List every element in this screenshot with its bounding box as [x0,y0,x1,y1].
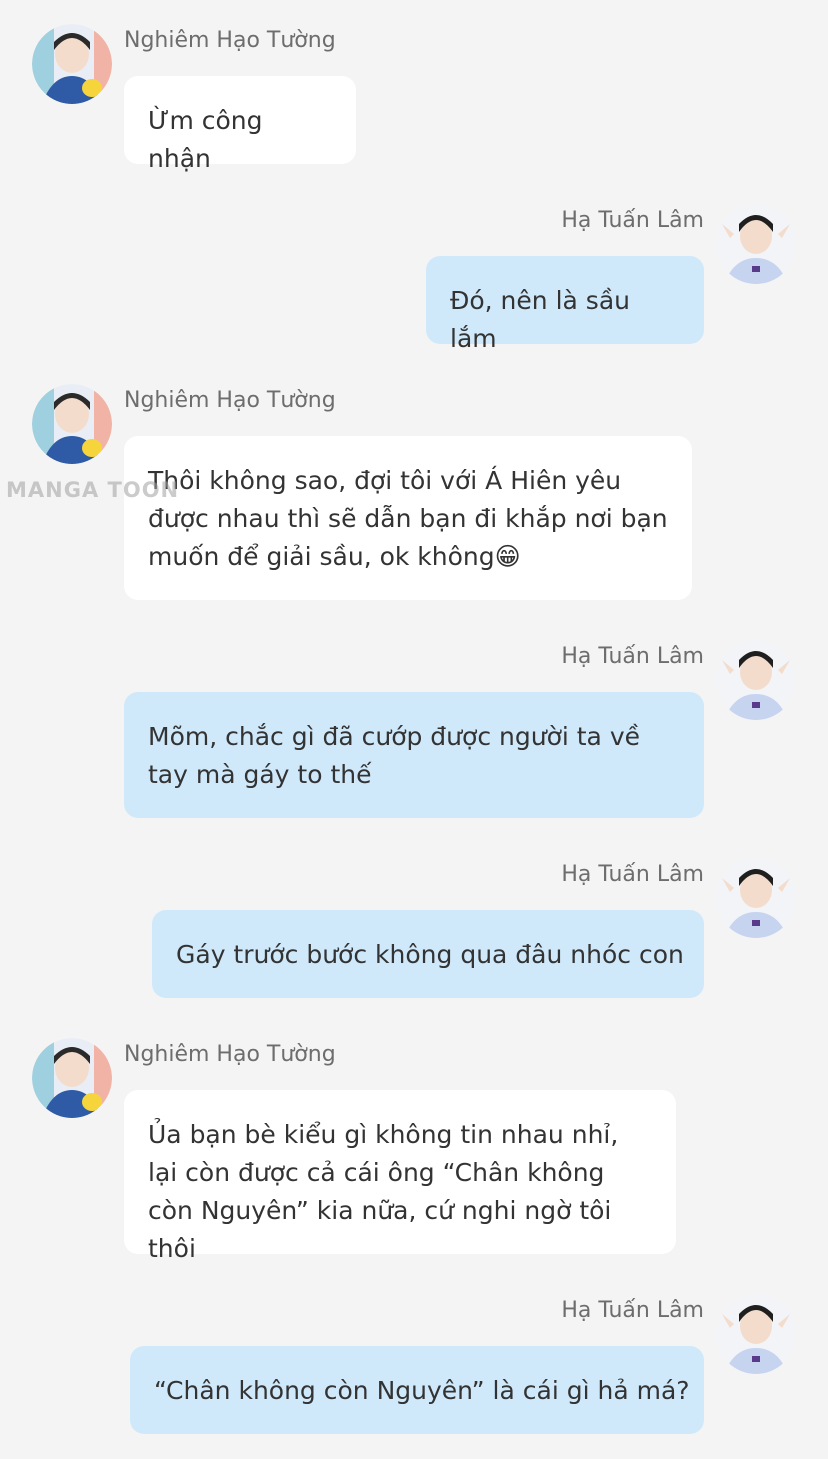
sender-name: Hạ Tuấn Lâm [561,644,704,669]
sender-name: Hạ Tuấn Lâm [561,862,704,887]
avatar-sender-right[interactable] [716,1294,796,1374]
sender-name: Hạ Tuấn Lâm [561,208,704,233]
message-bubble[interactable]: Ừm công nhận [124,76,356,173]
message-text: Mõm, chắc gì đã cướp được người ta về ta… [148,722,641,789]
message-text: Đó, nên là sầu lắm [450,286,630,353]
avatar-sender-right[interactable] [716,858,796,938]
message-text: Gáy trước bước không qua đâu nhóc con [176,940,684,969]
sender-name: Nghiêm Hạo Tường [124,388,336,413]
sender-name: Nghiêm Hạo Tường [124,1042,336,1067]
avatar-sender-right[interactable] [716,640,796,720]
avatar-sender-left[interactable] [32,384,112,464]
message-text: Thôi không sao, đợi tôi với Á Hiên yêu đ… [148,466,668,571]
sender-name: Hạ Tuấn Lâm [561,1298,704,1323]
avatar-sender-left[interactable] [32,24,112,104]
message-text: Ừm công nhận [148,106,263,173]
message-bubble[interactable]: Mõm, chắc gì đã cướp được người ta về ta… [124,692,704,818]
message-bubble[interactable]: Ủa bạn bè kiểu gì không tin nhau nhỉ, lạ… [124,1090,676,1263]
message-bubble[interactable]: “Chân không còn Nguyên” là cái gì hả má? [130,1346,704,1434]
avatar-sender-right[interactable] [716,204,796,284]
sender-name: Nghiêm Hạo Tường [124,28,336,53]
message-text: “Chân không còn Nguyên” là cái gì hả má? [154,1376,690,1405]
message-bubble[interactable]: Đó, nên là sầu lắm [426,256,704,353]
avatar-sender-left[interactable] [32,1038,112,1118]
watermark-logo: MANGA TOON [6,478,180,502]
message-bubble[interactable]: Thôi không sao, đợi tôi với Á Hiên yêu đ… [124,436,692,600]
message-text: Ủa bạn bè kiểu gì không tin nhau nhỉ, lạ… [148,1120,619,1263]
message-bubble[interactable]: Gáy trước bước không qua đâu nhóc con [152,910,704,998]
